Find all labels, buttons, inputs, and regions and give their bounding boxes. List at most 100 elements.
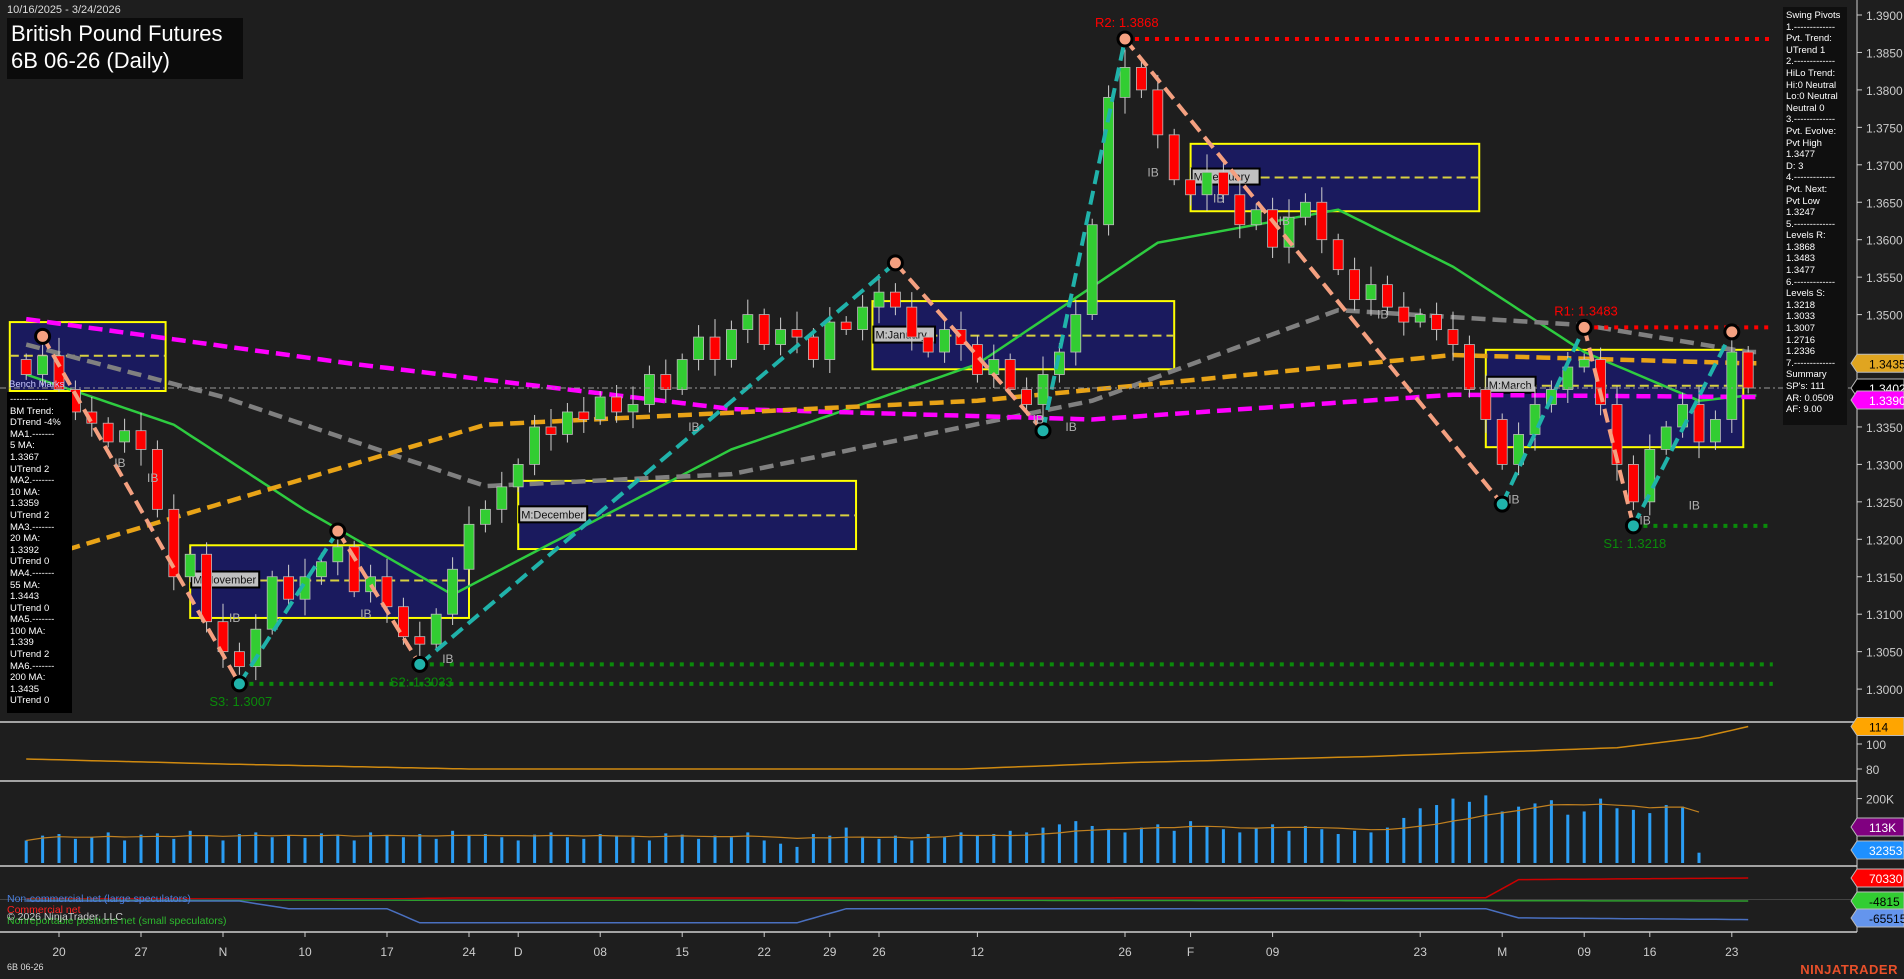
volume-bar — [1452, 799, 1455, 863]
swing-pivots-line: Hi:0 Neutral — [1786, 80, 1844, 92]
volume-bar — [943, 837, 946, 863]
volume-bar — [1370, 832, 1373, 863]
cot-flag: 70330 — [1869, 872, 1903, 886]
volume-bar — [1255, 828, 1258, 863]
candle-body — [644, 375, 654, 405]
candle-body — [1399, 307, 1409, 322]
y-tick-label: 1.3050 — [1866, 646, 1903, 660]
candle-body — [1071, 315, 1081, 352]
x-tick-label: M — [1497, 945, 1507, 959]
indicator-tick-label: 100 — [1866, 738, 1886, 752]
volume-bar — [435, 839, 438, 863]
candle-body — [743, 315, 753, 330]
volume-bar — [25, 840, 28, 863]
volume-bar — [1435, 805, 1438, 863]
volume-bar — [1124, 832, 1127, 863]
ib-label: IB — [360, 607, 371, 621]
swing-pivots-line: Lo:0 Neutral — [1786, 91, 1844, 103]
candle-body — [284, 577, 294, 599]
candle-body — [202, 554, 212, 621]
candle-body — [1251, 210, 1261, 225]
cot-flag: -4815 — [1869, 895, 1900, 909]
swing-pivots-line: AF: 9.00 — [1786, 404, 1844, 416]
swing-pivots-line: Neutral 0 — [1786, 103, 1844, 115]
x-tick-label: 09 — [1578, 945, 1592, 959]
bench-marks-line: MA5.------- — [10, 614, 69, 626]
y-tick-label: 1.3000 — [1866, 683, 1903, 697]
bench-marks-line: 55 MA: — [10, 580, 69, 592]
bench-marks-line: 1.339 — [10, 637, 69, 649]
y-tick-label: 1.3200 — [1866, 533, 1903, 547]
price-chart[interactable]: M:NovemberM:DecemberM:JanuaryM:FebruaryM… — [0, 0, 1904, 979]
candle-body — [1530, 404, 1540, 434]
swing-pivots-line: 1.2336 — [1786, 346, 1844, 358]
candle-body — [513, 464, 523, 486]
volume-bar — [287, 836, 290, 863]
x-tick-label: 24 — [462, 945, 476, 959]
bench-marks-line: UTrend 2 — [10, 649, 69, 661]
volume-bar — [960, 832, 963, 863]
volume-bar — [845, 828, 848, 863]
bench-marks-line: 100 MA: — [10, 626, 69, 638]
candle-body — [890, 292, 900, 307]
volume-average-line — [26, 804, 1699, 840]
swing-pivots-line: Pvt Low — [1786, 196, 1844, 208]
volume-bar — [1566, 815, 1569, 863]
volume-tick-label: 200K — [1866, 793, 1894, 807]
volume-bar — [533, 835, 536, 863]
volume-bar — [812, 834, 815, 863]
swing-pivots-line: Summary — [1786, 369, 1844, 381]
volume-bar — [1271, 824, 1274, 863]
bench-marks-line: ------------ — [10, 394, 69, 406]
volume-bar — [369, 832, 372, 863]
x-tick-label: 26 — [872, 945, 886, 959]
swing-pivots-line: HiLo Trend: — [1786, 68, 1844, 80]
ib-label: IB — [1639, 514, 1650, 528]
y-tick-label: 1.3800 — [1866, 84, 1903, 98]
y-tick-label: 1.3250 — [1866, 496, 1903, 510]
volume-bar — [1468, 802, 1471, 863]
candle-body — [759, 315, 769, 345]
bench-marks-line: UTrend 2 — [10, 510, 69, 522]
swing-pivots-line: Pvt High — [1786, 138, 1844, 150]
ninjatrader-logo: NINJATRADER — [1800, 962, 1898, 977]
swing-pivots-line: 1.3483 — [1786, 253, 1844, 265]
swing-pivots-line: Levels S: — [1786, 288, 1844, 300]
volume-bar — [1583, 811, 1586, 863]
volume-bar — [763, 840, 766, 863]
swing-low-marker — [1495, 497, 1509, 511]
volume-bar — [1288, 831, 1291, 863]
candle-body — [628, 404, 638, 411]
price-flag: 1.3390 — [1869, 394, 1904, 408]
candle-body — [21, 360, 31, 375]
x-tick-label: 15 — [676, 945, 690, 959]
candle-body — [1087, 225, 1097, 315]
volume-bar — [271, 837, 274, 863]
candle-body — [431, 614, 441, 644]
swing-pivots-line: 6.------------- — [1786, 277, 1844, 289]
volume-bar — [1091, 826, 1094, 863]
ib-label: IB — [1279, 214, 1290, 228]
swing-high-marker — [36, 329, 50, 343]
candle-body — [464, 524, 474, 569]
volume-bar — [746, 832, 749, 863]
candle-body — [267, 577, 277, 629]
swing-pivots-panel: Swing Pivots1.-------------Pvt. Trend:UT… — [1783, 7, 1847, 425]
volume-bar — [1648, 813, 1651, 863]
candle-body — [1317, 202, 1327, 239]
candle-body — [546, 427, 556, 434]
chart-title-box: British Pound Futures 6B 06-26 (Daily) — [7, 18, 243, 79]
candle-body — [661, 375, 671, 390]
candle-body — [677, 360, 687, 390]
bench-marks-line: BM Trend: — [10, 406, 69, 418]
y-tick-label: 1.3300 — [1866, 458, 1903, 472]
candle-body — [612, 397, 622, 412]
volume-bar — [1337, 834, 1340, 863]
volume-bar — [976, 836, 979, 863]
candle-body — [841, 322, 851, 329]
candle-body — [333, 547, 343, 562]
candle-body — [1727, 352, 1737, 419]
candle-body — [1464, 345, 1474, 390]
volume-bar — [1386, 828, 1389, 863]
level-label: S3: 1.3007 — [209, 694, 272, 709]
